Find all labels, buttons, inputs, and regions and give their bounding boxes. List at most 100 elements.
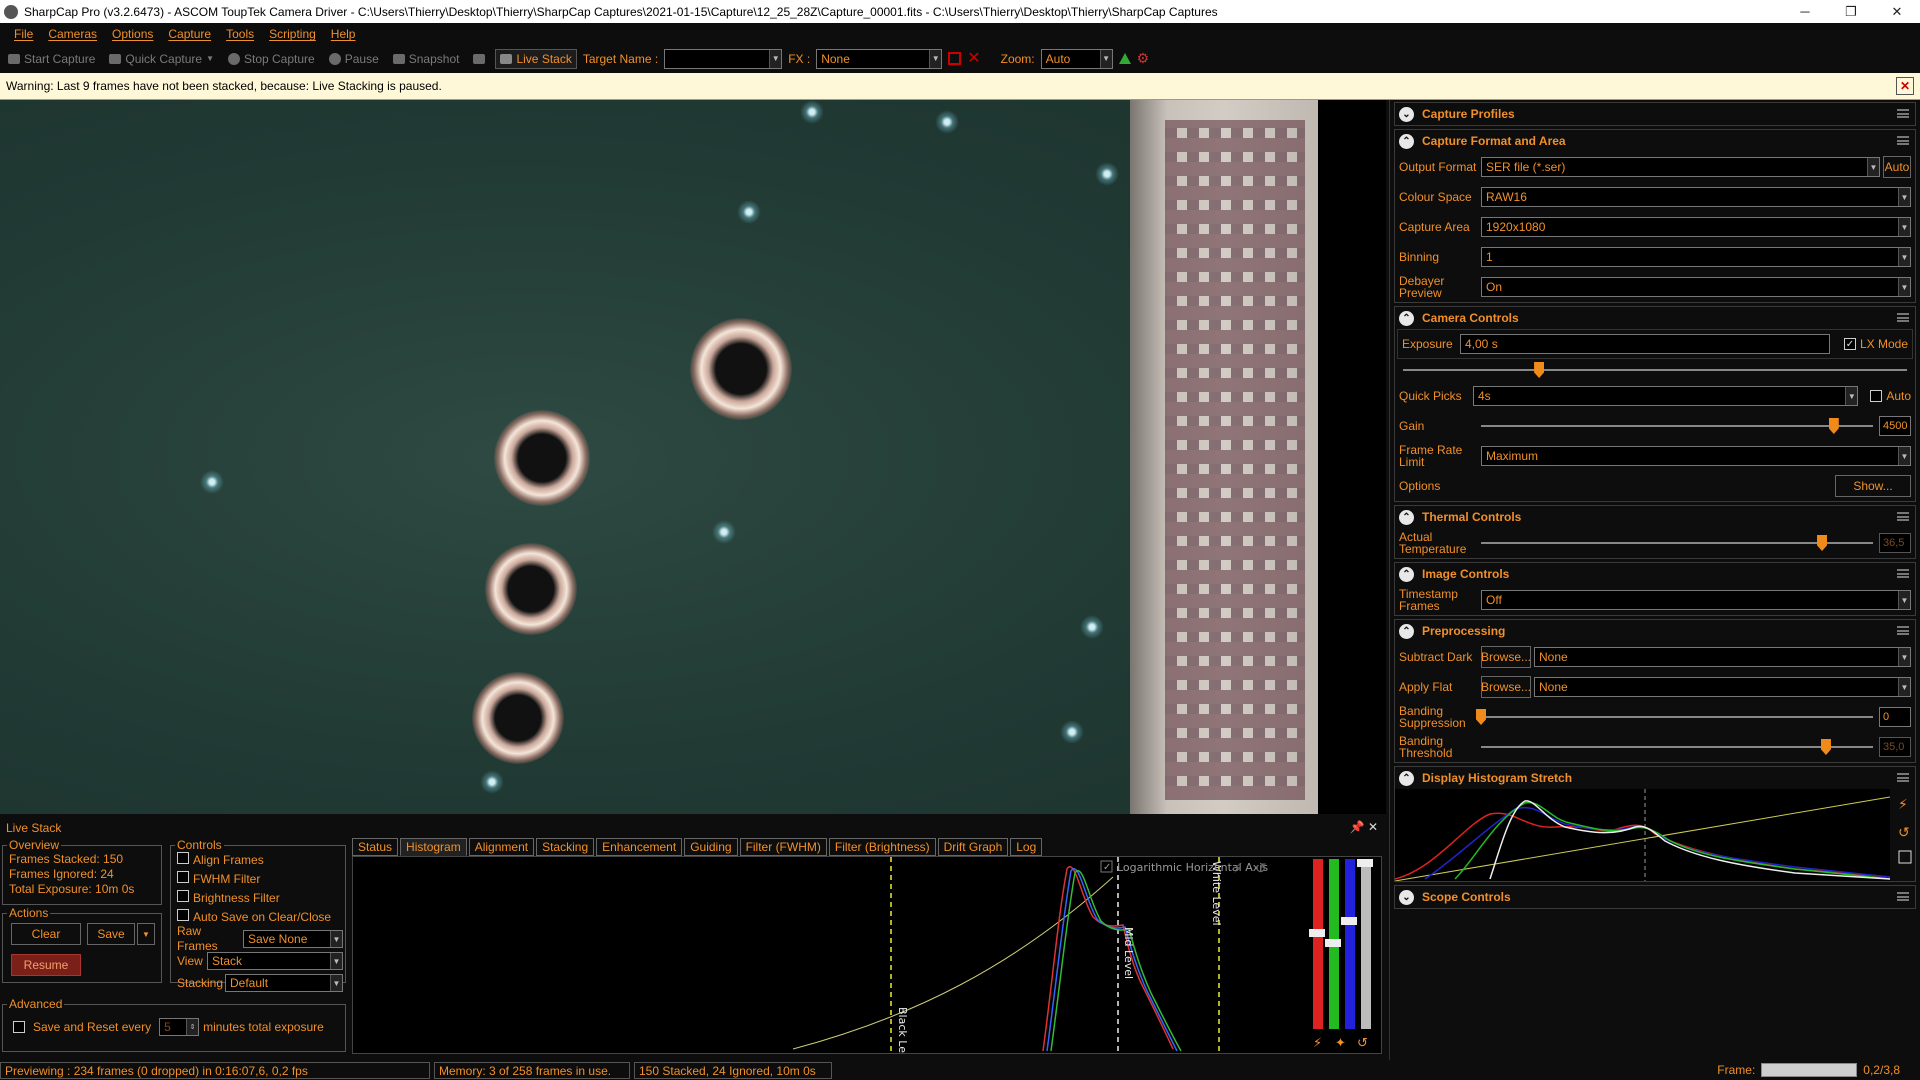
camera-controls-header[interactable]: ⌃ Camera Controls — [1395, 307, 1915, 329]
minimize-button[interactable]: ─ — [1782, 0, 1828, 23]
gain-slider[interactable] — [1481, 417, 1873, 435]
close-icon[interactable]: ✕ — [1368, 820, 1378, 834]
bolt-icon[interactable]: ⚡ — [1233, 861, 1243, 877]
align-frames-checkbox[interactable] — [177, 852, 189, 864]
close-window-button[interactable]: ✕ — [1874, 0, 1920, 23]
section-menu-icon[interactable] — [1897, 109, 1909, 118]
image-controls-header[interactable]: ⌃ Image Controls — [1395, 563, 1915, 585]
display-histogram-header[interactable]: ⌃ Display Histogram Stretch — [1395, 767, 1915, 789]
target-name-input[interactable]: ▼ — [664, 48, 783, 69]
section-menu-icon[interactable] — [1897, 773, 1909, 782]
star-icon[interactable]: ✦ — [1335, 1036, 1346, 1051]
gain-slider-thumb[interactable] — [1828, 418, 1839, 434]
menu-options[interactable]: Options — [112, 27, 153, 41]
minutes-stepper[interactable]: 5 ⇕ — [159, 1018, 200, 1036]
exposure-slider[interactable] — [1403, 361, 1907, 379]
banding-threshold-slider[interactable] — [1481, 738, 1873, 756]
maximize-button[interactable]: ❐ — [1828, 0, 1874, 23]
lx-mode-checkbox[interactable]: ✓ — [1843, 338, 1856, 350]
stacking-select[interactable]: Default ▼ — [225, 974, 343, 992]
reset-icon[interactable]: ↺ — [1357, 1036, 1368, 1051]
browse-dark-button[interactable]: Browse... — [1481, 646, 1531, 668]
debayer-preview-select[interactable]: On ▼ — [1481, 277, 1911, 297]
clear-button[interactable]: Clear — [11, 923, 81, 945]
subtract-dark-select[interactable]: None ▼ — [1534, 647, 1911, 667]
auto-exposure-checkbox[interactable] — [1870, 390, 1883, 402]
zoom-select[interactable]: Auto ▼ — [1040, 48, 1113, 69]
gain-value[interactable]: 4500 — [1879, 416, 1911, 436]
tab-log[interactable]: Log — [1010, 838, 1043, 856]
brightness-filter-checkbox[interactable] — [177, 890, 189, 902]
snapshot-button[interactable]: Snapshot — [389, 50, 464, 68]
reticle-cross-icon[interactable]: ✕ — [967, 50, 980, 67]
menu-help[interactable]: Help — [331, 27, 356, 41]
capture-format-header[interactable]: ⌃ Capture Format and Area — [1395, 130, 1915, 152]
thermal-controls-header[interactable]: ⌃ Thermal Controls — [1395, 506, 1915, 528]
toolbar-extra-button[interactable] — [469, 52, 489, 66]
tab-stacking[interactable]: Stacking — [536, 838, 595, 856]
red-level-bar[interactable] — [1313, 859, 1323, 1029]
view-select[interactable]: Stack ▼ — [207, 952, 343, 970]
reset-icon[interactable]: ↺ — [1255, 861, 1267, 877]
tab-histogram[interactable]: Histogram — [400, 838, 467, 856]
pin-icon[interactable]: 📌 — [1350, 820, 1365, 834]
bolt-icon[interactable]: ⚡ — [1898, 797, 1908, 813]
stepper-arrows-icon[interactable]: ⇕ — [186, 1019, 199, 1035]
start-capture-button[interactable]: Start Capture — [4, 50, 99, 68]
save-options-button[interactable]: ▼ — [137, 923, 155, 945]
timestamp-frames-select[interactable]: Off ▼ — [1481, 590, 1911, 610]
banding-threshold-thumb[interactable] — [1820, 739, 1831, 755]
section-menu-icon[interactable] — [1897, 569, 1909, 578]
menu-scripting[interactable]: Scripting — [269, 27, 316, 41]
preprocessing-header[interactable]: ⌃ Preprocessing — [1395, 620, 1915, 642]
tab-status[interactable]: Status — [352, 838, 399, 856]
menu-tools[interactable]: Tools — [226, 27, 254, 41]
scope-controls-header[interactable]: ⌄ Scope Controls — [1395, 886, 1915, 908]
banding-suppression-slider[interactable] — [1476, 708, 1873, 726]
tab-filter-fwhm[interactable]: Filter (FWHM) — [739, 838, 827, 856]
fwhm-filter-checkbox[interactable] — [177, 871, 189, 883]
capture-area-select[interactable]: 1920x1080 ▼ — [1481, 217, 1911, 237]
camera-preview[interactable] — [0, 100, 1318, 814]
tab-drift-graph[interactable]: Drift Graph — [937, 838, 1009, 856]
reticle-square-icon[interactable] — [948, 52, 962, 65]
resume-button[interactable]: Resume — [11, 954, 81, 976]
histogram-icon[interactable] — [1118, 53, 1131, 64]
tab-alignment[interactable]: Alignment — [468, 838, 535, 856]
menu-file[interactable]: File — [14, 27, 33, 41]
fwhm-filter-row[interactable]: FWHM Filter — [171, 871, 345, 890]
banding-threshold-value[interactable]: 35,0 — [1879, 737, 1911, 757]
output-format-select[interactable]: SER file (*.ser) ▼ — [1481, 157, 1880, 177]
green-level-handle[interactable] — [1325, 939, 1341, 947]
menu-capture[interactable]: Capture — [168, 27, 211, 41]
reset-icon[interactable]: ↺ — [1898, 825, 1910, 841]
frame-rate-limit-select[interactable]: Maximum ▼ — [1481, 446, 1911, 466]
save-button[interactable]: Save — [87, 923, 135, 945]
tab-enhancement[interactable]: Enhancement — [596, 838, 683, 856]
raw-frames-select[interactable]: Save None ▼ — [243, 930, 343, 948]
menu-cameras[interactable]: Cameras — [48, 27, 97, 41]
exposure-input[interactable]: 4,00 s — [1460, 334, 1830, 354]
section-menu-icon[interactable] — [1897, 892, 1909, 901]
exposure-slider-thumb[interactable] — [1534, 362, 1545, 378]
section-menu-icon[interactable] — [1897, 626, 1909, 635]
live-stack-button[interactable]: Live Stack — [495, 48, 577, 69]
save-icon[interactable] — [1898, 850, 1912, 864]
section-menu-icon[interactable] — [1897, 512, 1909, 521]
gear-icon[interactable]: ⚙ — [1137, 50, 1150, 67]
pause-button[interactable]: Pause — [325, 50, 383, 68]
auto-format-button[interactable]: Auto — [1883, 156, 1911, 178]
browse-flat-button[interactable]: Browse... — [1481, 676, 1531, 698]
close-warning-button[interactable]: ✕ — [1896, 77, 1914, 95]
live-stack-histogram[interactable]: Black Level Mid Level White Level ✓ Loga… — [352, 856, 1382, 1069]
align-frames-row[interactable]: Align Frames — [171, 852, 345, 871]
colour-space-select[interactable]: RAW16 ▼ — [1481, 187, 1911, 207]
binning-select[interactable]: 1 ▼ — [1481, 247, 1911, 267]
apply-flat-select[interactable]: None ▼ — [1534, 677, 1911, 697]
capture-profiles-header[interactable]: ⌄ Capture Profiles — [1395, 103, 1915, 125]
save-reset-checkbox[interactable] — [13, 1021, 25, 1033]
blue-level-bar[interactable] — [1345, 859, 1355, 1029]
luminance-level-bar[interactable] — [1361, 859, 1371, 1029]
auto-save-checkbox[interactable] — [177, 909, 189, 921]
stop-capture-button[interactable]: Stop Capture — [224, 50, 319, 68]
